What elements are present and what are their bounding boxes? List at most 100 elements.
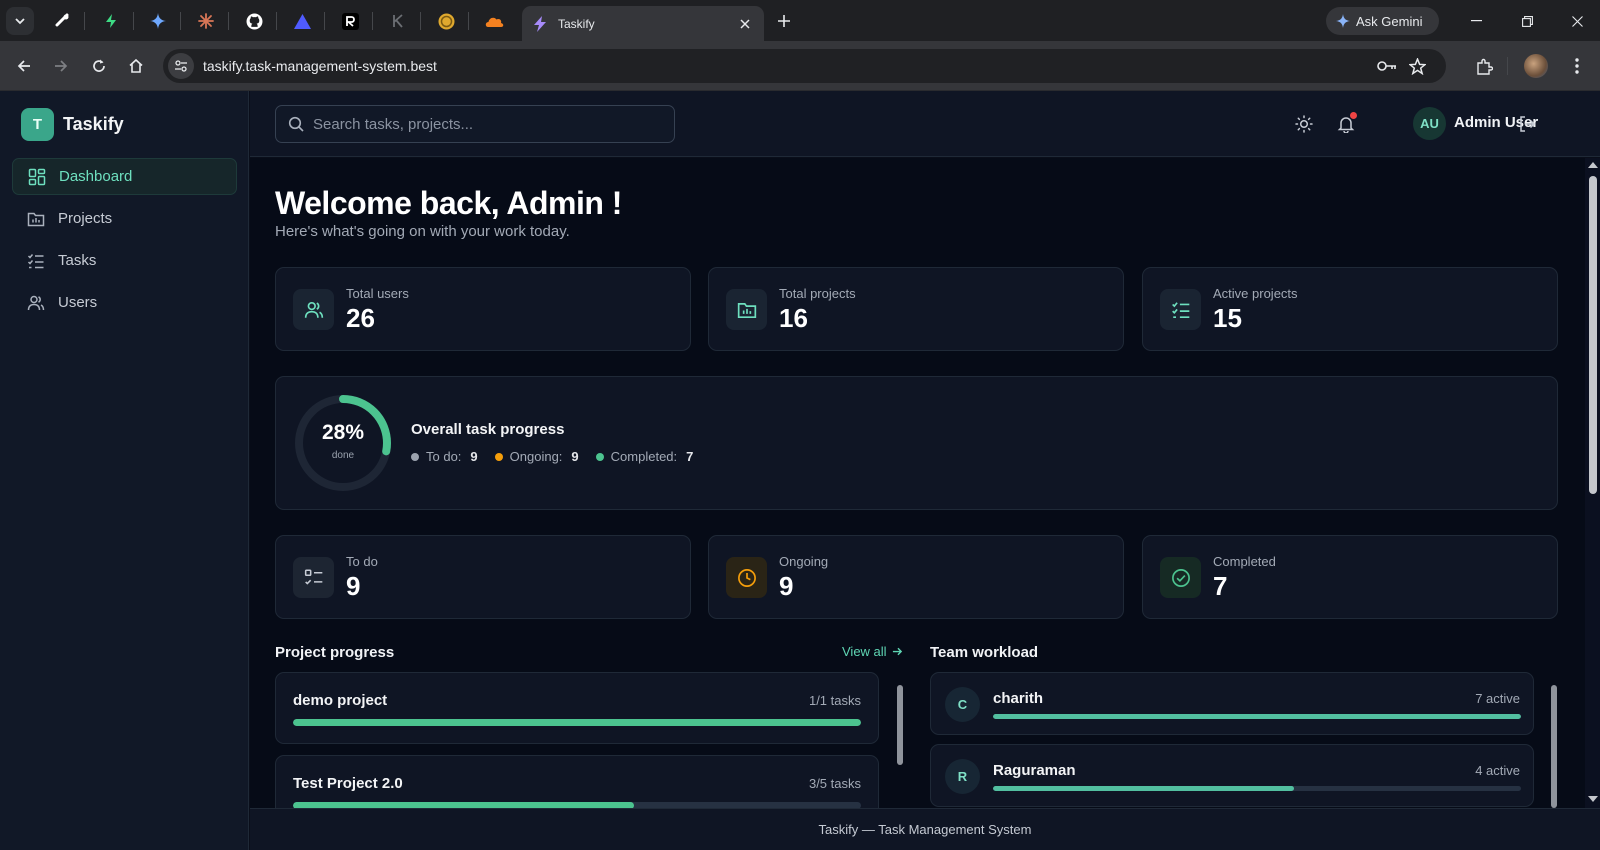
scroll-thumb[interactable] [1589, 176, 1597, 494]
key-icon [1377, 61, 1396, 71]
stat-label: Active projects [1213, 286, 1298, 301]
stat-card-active-projects: Active projects 15 [1142, 267, 1558, 351]
extensions-button[interactable] [1470, 52, 1498, 80]
app-header: AU Admin User [250, 91, 1600, 157]
search-box[interactable] [275, 105, 675, 143]
arrow-left-icon [17, 60, 30, 72]
url-text: taskify.task-management-system.best [203, 58, 437, 74]
tab-divider [84, 12, 85, 30]
workload-track [993, 786, 1521, 791]
ask-gemini-button[interactable]: Ask Gemini [1326, 7, 1439, 35]
user-avatar[interactable]: AU [1413, 107, 1446, 140]
pinned-tab-9[interactable] [429, 8, 463, 34]
workload-list-scrollbar[interactable] [1551, 685, 1557, 808]
users-icon [27, 295, 45, 310]
checklist-icon [1171, 301, 1189, 318]
project-progress-title: Project progress [275, 644, 395, 661]
back-button[interactable] [10, 52, 38, 80]
close-window-button[interactable] [1554, 6, 1600, 36]
member-active-count: 7 active [1475, 691, 1520, 706]
password-key-button[interactable] [1372, 51, 1402, 81]
ask-gemini-label: Ask Gemini [1356, 13, 1423, 29]
bookmark-button[interactable] [1402, 51, 1432, 81]
brand[interactable]: T Taskify [21, 108, 124, 141]
address-bar[interactable]: taskify.task-management-system.best [163, 49, 1446, 83]
stat-value: 15 [1213, 303, 1242, 333]
pinned-tab-2[interactable] [94, 8, 128, 34]
page-title: Welcome back, Admin ! [275, 185, 622, 221]
pinned-tab-7[interactable] [333, 8, 367, 34]
home-button[interactable] [122, 52, 150, 80]
stat-icon-box [1160, 289, 1201, 330]
active-tab[interactable]: Taskify [522, 6, 764, 41]
member-avatar: C [945, 687, 980, 722]
project-progress-fill [293, 719, 861, 726]
project-card[interactable]: Test Project 2.0 3/5 tasks [275, 755, 879, 808]
taskify-app: T Taskify Dashboard Projects Tasks Users [0, 91, 1600, 850]
browser-toolbar: taskify.task-management-system.best [0, 41, 1600, 91]
pinned-tab-1[interactable] [45, 8, 79, 34]
pinned-tab-5[interactable] [237, 8, 271, 34]
legend-label: To do: [426, 449, 462, 464]
stat-value: 16 [779, 303, 808, 333]
close-tab-button[interactable] [734, 13, 756, 35]
pinned-tab-10[interactable] [477, 8, 511, 34]
restore-window-button[interactable] [1504, 6, 1550, 36]
legend-ongoing: Ongoing: 9 [494, 449, 579, 464]
project-progress-track [293, 719, 861, 726]
legend-completed: Completed: 7 [595, 449, 694, 464]
sun-icon [1295, 115, 1313, 133]
reload-button[interactable] [85, 52, 113, 80]
forward-button[interactable] [47, 52, 75, 80]
reload-icon [93, 59, 105, 72]
stat-label: Ongoing [779, 554, 829, 569]
minimize-window-button[interactable] [1453, 6, 1499, 36]
stat-label: Completed [1213, 554, 1276, 569]
notifications-button[interactable] [1332, 110, 1360, 138]
view-all-link[interactable]: View all [842, 644, 903, 659]
pinned-tab-3[interactable] [141, 8, 175, 34]
bolt-app-icon [106, 14, 116, 28]
close-icon [1571, 15, 1583, 27]
pinned-tab-6[interactable] [285, 8, 319, 34]
project-card[interactable]: demo project 1/1 tasks [275, 672, 879, 744]
toolbar-divider [1507, 57, 1508, 75]
sidebar-item-dashboard[interactable]: Dashboard [12, 158, 237, 195]
profile-avatar[interactable] [1524, 54, 1548, 78]
site-info-button[interactable] [168, 53, 194, 79]
sidebar-item-tasks[interactable]: Tasks [12, 242, 237, 279]
chevron-down-icon [15, 18, 25, 25]
sidebar-item-projects[interactable]: Projects [12, 200, 237, 237]
stat-label: Total projects [779, 286, 856, 301]
team-workload-title: Team workload [930, 644, 1039, 661]
arrow-right-icon [892, 647, 902, 656]
brand-logo: T [21, 108, 54, 141]
pinned-tab-4[interactable] [189, 8, 223, 34]
active-tab-title: Taskify [558, 16, 595, 31]
tab-divider [276, 12, 277, 30]
sidebar-nav: Dashboard Projects Tasks Users [12, 158, 237, 326]
claude-burst-icon [198, 13, 214, 29]
logout-button[interactable] [1513, 110, 1541, 138]
brand-name: Taskify [63, 114, 124, 134]
project-list-scrollbar[interactable] [897, 685, 903, 765]
scroll-down-arrow[interactable] [1588, 796, 1598, 802]
legend-value: 7 [686, 449, 694, 464]
theme-toggle-button[interactable] [1290, 110, 1318, 138]
workload-fill [993, 714, 1521, 719]
member-avatar: R [945, 759, 980, 794]
search-input[interactable] [313, 115, 643, 133]
tab-search-button[interactable] [6, 7, 34, 35]
check-circle-icon [1171, 568, 1190, 587]
workload-card[interactable]: R Raguraman 4 active [930, 744, 1534, 807]
new-tab-button[interactable] [772, 9, 796, 33]
coin-app-icon [438, 13, 454, 29]
page-scrollbar[interactable] [1585, 158, 1600, 808]
workload-card[interactable]: C charith 7 active [930, 672, 1534, 735]
pinned-tab-8[interactable] [381, 8, 415, 34]
sidebar-item-users[interactable]: Users [12, 284, 237, 321]
browser-menu-button[interactable] [1563, 52, 1591, 80]
link-app-icon [55, 13, 69, 27]
scroll-up-arrow[interactable] [1588, 162, 1598, 168]
progress-done-label: done [331, 450, 355, 461]
